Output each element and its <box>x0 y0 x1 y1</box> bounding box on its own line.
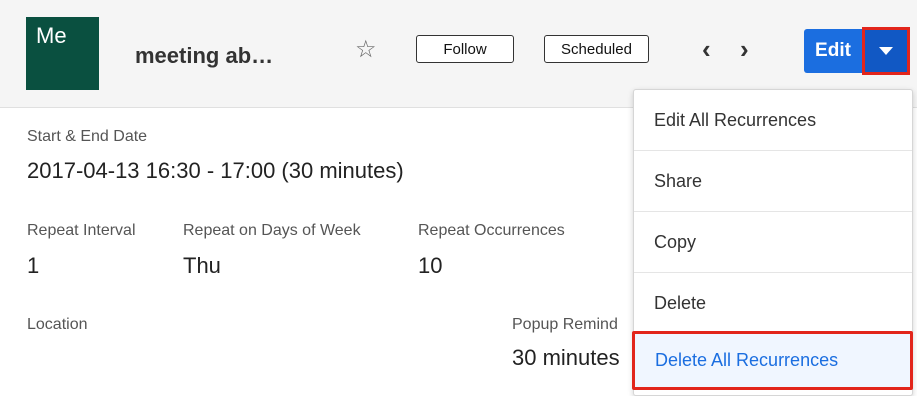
start-end-date-value: 2017-04-13 16:30 - 17:00 (30 minutes) <box>27 158 404 183</box>
menu-item-share[interactable]: Share <box>634 151 912 212</box>
repeat-interval-label: Repeat Interval <box>27 222 136 239</box>
record-name: meeting ab… <box>135 43 274 68</box>
menu-item-edit-all-recurrences[interactable]: Edit All Recurrences <box>634 90 912 151</box>
popup-reminder-label: Popup Remind <box>512 316 618 333</box>
repeat-days-value: Thu <box>183 253 221 278</box>
repeat-days-label: Repeat on Days of Week <box>183 222 361 239</box>
menu-item-delete[interactable]: Delete <box>634 273 912 334</box>
popup-reminder-value: 30 minutes <box>512 345 620 370</box>
repeat-interval-value: 1 <box>27 253 40 278</box>
start-end-date-label: Start & End Date <box>27 128 148 145</box>
repeat-occurrences-value: 10 <box>418 253 443 278</box>
chevron-left-icon[interactable]: ‹ <box>702 36 711 62</box>
repeat-occurrences-label: Repeat Occurrences <box>418 222 565 239</box>
location-label: Location <box>27 316 88 333</box>
actions-dropdown-toggle[interactable] <box>862 27 910 75</box>
module-avatar: Me <box>26 17 99 90</box>
menu-item-copy[interactable]: Copy <box>634 212 912 273</box>
follow-button[interactable]: Follow <box>416 35 514 63</box>
edit-button[interactable]: Edit <box>804 29 862 73</box>
star-outline-icon[interactable]: ☆ <box>355 38 377 62</box>
chevron-right-icon[interactable]: › <box>740 36 749 62</box>
menu-item-delete-all-recurrences[interactable]: Delete All Recurrences <box>632 331 913 390</box>
caret-down-icon <box>879 47 893 55</box>
status-badge[interactable]: Scheduled <box>544 35 649 63</box>
actions-dropdown-menu: Edit All Recurrences Share Copy Delete D… <box>632 89 913 396</box>
